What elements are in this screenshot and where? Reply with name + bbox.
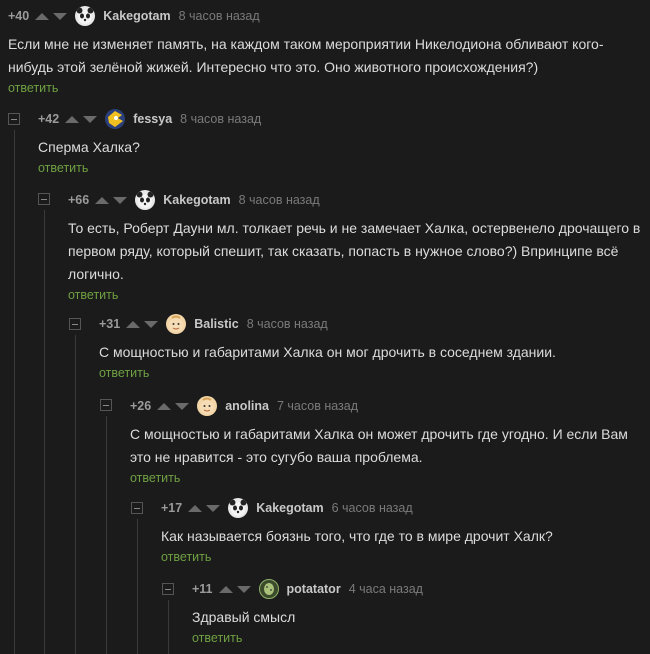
avatar[interactable] <box>258 579 279 599</box>
comment-text: Здравый смысл <box>192 609 296 625</box>
collapse-button[interactable] <box>131 502 143 514</box>
comment-rating: +42 <box>38 112 60 126</box>
username[interactable]: Kakegotam <box>163 193 230 207</box>
comment-header: +26 anolina 7 часов назад <box>130 396 644 416</box>
downvote-icon[interactable] <box>206 504 221 512</box>
timestamp: 7 часов назад <box>276 399 359 413</box>
timestamp: 8 часов назад <box>246 317 328 331</box>
comment-text: Если мне не изменяет память, на каждом т… <box>8 36 604 75</box>
comment-rating: +11 <box>192 582 213 596</box>
avatar[interactable] <box>135 190 156 210</box>
panda-icon <box>76 7 94 24</box>
reply-link[interactable]: ответить <box>38 161 88 175</box>
upvote-icon[interactable] <box>126 320 141 328</box>
baby-icon <box>169 315 184 332</box>
reply-link[interactable]: ответить <box>130 471 180 485</box>
comment-header: +17 Kakegotam 6 часов назад <box>161 498 644 518</box>
downvote-icon[interactable] <box>175 402 190 410</box>
avatar[interactable] <box>197 396 218 416</box>
comment-rating: +26 <box>130 399 152 413</box>
comment: +11 potatator 4 часа назад Здравый смысл… <box>192 579 644 647</box>
username[interactable]: Kakegotam <box>256 501 323 515</box>
sonic-icon <box>108 111 124 127</box>
timestamp: 8 часов назад <box>238 193 320 207</box>
thread-line <box>137 519 138 654</box>
comment-header: +31 Balistic 8 часов назад <box>99 314 644 334</box>
comment-text: Сперма Халка? <box>38 139 140 155</box>
downvote-icon[interactable] <box>113 196 128 204</box>
downvote-icon[interactable] <box>236 585 251 593</box>
timestamp: 4 часа назад <box>348 582 423 596</box>
panda-icon <box>136 191 154 208</box>
comment: +17 Kakegotam 6 часов назад Как называет… <box>161 498 644 566</box>
downvote-icon[interactable] <box>83 115 98 123</box>
downvote-icon[interactable] <box>53 12 68 20</box>
username[interactable]: fessya <box>133 112 172 126</box>
collapse-button[interactable] <box>38 193 50 205</box>
username[interactable]: anolina <box>225 399 269 413</box>
reply-link[interactable]: ответить <box>99 366 149 380</box>
thread-line <box>44 210 45 654</box>
username[interactable]: Kakegotam <box>103 9 170 23</box>
avatar[interactable] <box>228 498 249 518</box>
collapse-button[interactable] <box>100 399 112 411</box>
upvote-icon[interactable] <box>218 585 233 593</box>
comment-rating: +17 <box>161 501 183 515</box>
potato-icon <box>263 583 274 595</box>
reply-link[interactable]: ответить <box>161 550 211 564</box>
comment-header: +40 Kakegotam 8 часов назад <box>8 6 642 26</box>
thread-line <box>168 600 169 654</box>
downvote-icon[interactable] <box>144 320 159 328</box>
reply-link[interactable]: ответить <box>68 288 118 302</box>
collapse-button[interactable] <box>8 113 20 125</box>
timestamp: 8 часов назад <box>178 9 260 23</box>
upvote-icon[interactable] <box>188 504 203 512</box>
comment-rating: +31 <box>99 317 121 331</box>
comment-rating: +40 <box>8 9 30 23</box>
reply-link[interactable]: ответить <box>8 81 58 95</box>
collapse-button[interactable] <box>69 318 81 330</box>
username[interactable]: potatator <box>287 582 341 596</box>
collapse-button[interactable] <box>162 583 174 595</box>
baby-icon <box>200 397 215 414</box>
comment-header: +11 potatator 4 часа назад <box>192 579 644 599</box>
thread-line <box>106 416 107 654</box>
comment-header: +66 Kakegotam 8 часов назад <box>68 190 644 210</box>
comment: +66 Kakegotam 8 часов назад То есть, Роб… <box>68 190 644 304</box>
upvote-icon[interactable] <box>65 115 80 123</box>
comment: +26 anolina 7 часов назад С мощностью и … <box>130 396 644 487</box>
upvote-icon[interactable] <box>35 12 50 20</box>
thread-line <box>14 130 15 654</box>
thread-line <box>75 335 76 654</box>
comment-text: То есть, Роберт Дауни мл. толкает речь и… <box>68 220 641 282</box>
comment-header: +42 fessya 8 часов назад <box>38 109 642 129</box>
panda-icon <box>229 499 247 516</box>
avatar[interactable] <box>75 6 96 26</box>
timestamp: 8 часов назад <box>180 112 262 126</box>
username[interactable]: Balistic <box>194 317 238 331</box>
avatar[interactable] <box>105 109 126 129</box>
comment: +40 Kakegotam 8 часов назад Если мне не … <box>8 6 642 97</box>
avatar[interactable] <box>166 314 187 334</box>
timestamp: 6 часов назад <box>331 501 413 515</box>
comment-text: Как называется боязнь того, что где то в… <box>161 528 553 544</box>
reply-link[interactable]: ответить <box>192 631 242 645</box>
comment: +42 fessya 8 часов назад Сперма Халка? о… <box>38 109 642 177</box>
upvote-icon[interactable] <box>157 402 172 410</box>
upvote-icon[interactable] <box>95 196 110 204</box>
comment-text: С мощностью и габаритами Халка он мог др… <box>99 344 556 360</box>
comment: +31 Balistic 8 часов назад С мощностью и… <box>99 314 644 382</box>
comment-rating: +66 <box>68 193 90 207</box>
comment-text: С мощностью и габаритами Халка он может … <box>130 426 628 465</box>
